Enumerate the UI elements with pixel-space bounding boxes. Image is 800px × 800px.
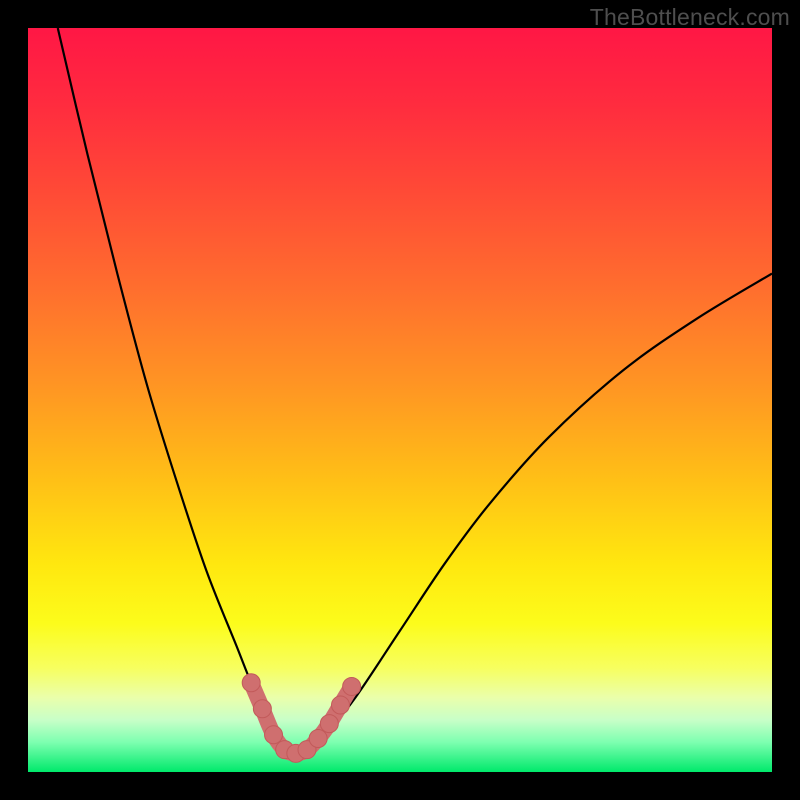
marker-dot (242, 674, 260, 692)
marker-dot (253, 700, 271, 718)
chart-frame: TheBottleneck.com (0, 0, 800, 800)
marker-dot (309, 730, 327, 748)
marker-dot (320, 715, 338, 733)
marker-dot (265, 726, 283, 744)
marker-dot (331, 696, 349, 714)
plot-area (28, 28, 772, 772)
watermark-text: TheBottleneck.com (590, 4, 790, 31)
marker-dot (343, 677, 361, 695)
bottleneck-chart (0, 0, 800, 800)
